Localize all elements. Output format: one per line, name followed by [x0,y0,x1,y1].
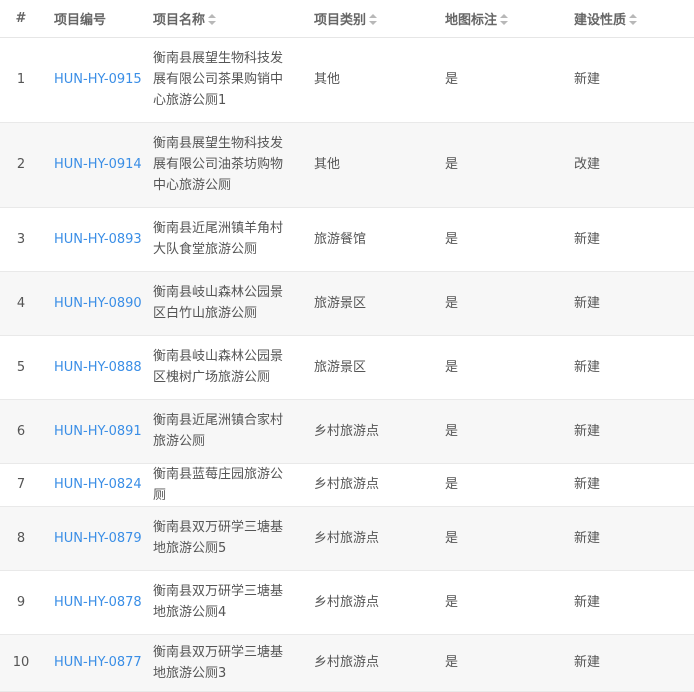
table-header-row: # 项目编号 项目名称 项目类别 地图标注 建设性质 [0,0,694,38]
row-name: 衡南县岐山森林公园景区白竹山旅游公厕 [153,285,284,321]
row-type: 旅游景区 [314,359,367,375]
sort-icon[interactable] [629,13,638,25]
table-row: 6 HUN-HY-0891 衡南县近尾洲镇合家村旅游公厕 乡村旅游点 是 新建 [0,399,694,463]
table-row: 9 HUN-HY-0878 衡南县双万研学三塘基地旅游公厕4 乡村旅游点 是 新… [0,570,694,634]
project-code-link[interactable]: HUN-HY-0890 [54,296,142,311]
row-code-cell: HUN-HY-0915 [42,37,142,122]
row-nature: 新建 [574,72,601,87]
row-index: 2 [16,157,26,172]
row-index: 5 [16,359,26,375]
row-index: 4 [16,295,26,311]
table-row: 1 HUN-HY-0915 衡南县展望生物科技发展有限公司茶果购销中心旅游公厕1… [0,37,694,122]
column-header-code: 项目编号 [42,0,141,38]
column-header-type[interactable]: 项目类别 [302,0,433,38]
row-code-cell: HUN-HY-0877 [42,634,142,691]
table-row: 5 HUN-HY-0888 衡南县岐山森林公园景区槐树广场旅游公厕 旅游景区 是… [0,335,694,399]
row-name: 衡南县双万研学三塘基地旅游公厕5 [153,520,284,556]
row-type: 乡村旅游点 [314,423,380,439]
row-type: 乡村旅游点 [314,477,380,492]
row-code-cell: HUN-HY-0888 [42,335,142,399]
column-header-nature[interactable]: 建设性质 [562,0,694,38]
row-name: 衡南县双万研学三塘基地旅游公厕4 [153,584,284,620]
row-name: 衡南县蓝莓庄园旅游公厕 [153,466,284,503]
project-code-link[interactable]: HUN-HY-0914 [54,157,142,172]
table-row: 4 HUN-HY-0890 衡南县岐山森林公园景区白竹山旅游公厕 旅游景区 是 … [0,271,694,335]
row-index: 10 [12,655,30,670]
row-nature: 新建 [574,655,601,670]
sort-icon[interactable] [369,13,378,25]
row-index: 3 [16,231,26,247]
row-type: 乡村旅游点 [314,655,380,670]
row-nature: 新建 [574,231,601,247]
table-row: 10 HUN-HY-0877 衡南县双万研学三塘基地旅游公厕3 乡村旅游点 是 … [0,634,694,691]
sort-icon[interactable] [500,13,509,25]
row-map: 是 [445,477,459,492]
row-map: 是 [445,594,459,610]
row-nature: 新建 [574,359,601,375]
column-header-map[interactable]: 地图标注 [433,0,562,38]
row-map: 是 [445,231,459,247]
row-type: 其他 [314,157,341,172]
row-name: 衡南县近尾洲镇合家村旅游公厕 [153,413,284,449]
row-map: 是 [445,530,459,546]
column-header-index: # [0,0,42,38]
row-type: 乡村旅游点 [314,594,380,610]
project-code-link[interactable]: HUN-HY-0891 [54,424,142,439]
row-map: 是 [445,423,459,439]
row-code-cell: HUN-HY-0824 [42,463,142,506]
row-index: 6 [16,423,26,439]
row-map: 是 [445,157,459,172]
row-nature: 新建 [574,295,601,311]
row-nature: 新建 [574,477,601,492]
row-code-cell: HUN-HY-0879 [42,506,142,570]
project-code-link[interactable]: HUN-HY-0879 [54,531,142,546]
row-code-cell: HUN-HY-0891 [42,399,142,463]
table-row: 8 HUN-HY-0879 衡南县双万研学三塘基地旅游公厕5 乡村旅游点 是 新… [0,506,694,570]
row-index: 1 [16,72,26,87]
project-table: # 项目编号 项目名称 项目类别 地图标注 建设性质 1 HUN-HY-0915… [0,0,694,692]
row-type: 旅游景区 [314,295,367,311]
row-type: 旅游餐馆 [314,231,367,247]
row-type: 其他 [314,72,341,87]
project-code-link[interactable]: HUN-HY-0893 [54,232,142,247]
row-nature: 新建 [574,423,601,439]
row-code-cell: HUN-HY-0914 [42,122,142,207]
row-name: 衡南县展望生物科技发展有限公司油茶坊购物中心旅游公厕 [153,136,284,193]
row-index: 8 [16,530,26,546]
table-row: 3 HUN-HY-0893 衡南县近尾洲镇羊角村大队食堂旅游公厕 旅游餐馆 是 … [0,207,694,271]
row-map: 是 [445,72,459,87]
row-name: 衡南县近尾洲镇羊角村大队食堂旅游公厕 [153,221,284,257]
row-code-cell: HUN-HY-0893 [42,207,142,271]
row-index: 9 [16,594,26,610]
row-map: 是 [445,359,459,375]
row-map: 是 [445,655,459,670]
project-code-link[interactable]: HUN-HY-0824 [54,477,142,492]
sort-icon[interactable] [208,13,217,25]
row-nature: 新建 [574,594,601,610]
row-map: 是 [445,295,459,311]
row-code-cell: HUN-HY-0890 [42,271,142,335]
table-row: 7 HUN-HY-0824 衡南县蓝莓庄园旅游公厕 乡村旅游点 是 新建 [0,463,694,506]
row-name: 衡南县展望生物科技发展有限公司茶果购销中心旅游公厕1 [153,51,284,108]
project-code-link[interactable]: HUN-HY-0878 [54,595,142,610]
project-code-link[interactable]: HUN-HY-0915 [54,72,142,87]
row-name: 衡南县岐山森林公园景区槐树广场旅游公厕 [153,349,284,385]
column-header-name[interactable]: 项目名称 [141,0,302,38]
project-code-link[interactable]: HUN-HY-0877 [54,655,142,670]
project-code-link[interactable]: HUN-HY-0888 [54,360,142,375]
row-type: 乡村旅游点 [314,530,380,546]
row-name: 衡南县双万研学三塘基地旅游公厕3 [153,644,284,681]
table-row: 2 HUN-HY-0914 衡南县展望生物科技发展有限公司油茶坊购物中心旅游公厕… [0,122,694,207]
row-nature: 改建 [574,157,601,172]
row-index: 7 [16,477,26,492]
row-code-cell: HUN-HY-0878 [42,570,142,634]
row-nature: 新建 [574,530,601,546]
